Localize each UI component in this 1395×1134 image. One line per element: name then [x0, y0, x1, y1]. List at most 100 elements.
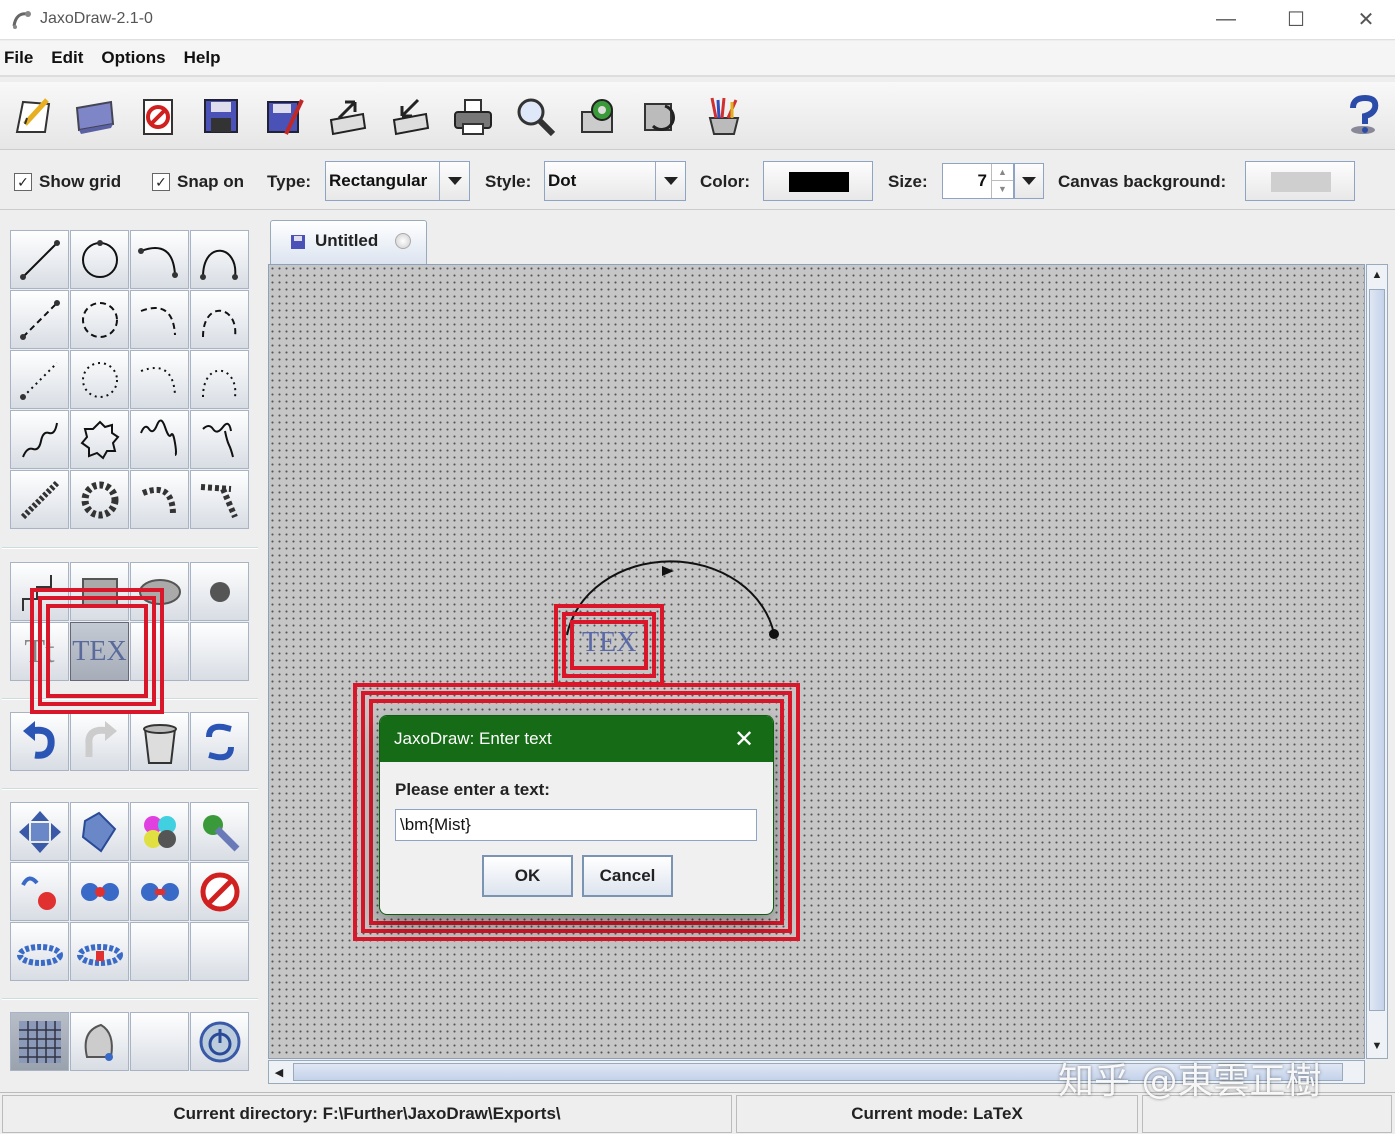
spinner-down-icon[interactable]: ▼ [991, 181, 1013, 198]
resize-tool[interactable] [70, 802, 129, 861]
quit-button[interactable] [190, 1012, 249, 1071]
empty-tool-slot [130, 622, 189, 681]
export-button[interactable] [322, 90, 372, 142]
menu-options[interactable]: Options [92, 48, 174, 68]
preferences-button[interactable] [573, 90, 623, 142]
ungroup-all-tool[interactable] [70, 922, 129, 981]
edit-tool[interactable] [190, 802, 249, 861]
refresh-canvas-button[interactable] [190, 712, 249, 771]
grid-toggle-button[interactable] [10, 1012, 69, 1071]
close-window-button[interactable]: ✕ [1331, 0, 1395, 38]
vertical-scroll-thumb[interactable] [1369, 289, 1385, 1011]
save-button[interactable] [196, 90, 246, 142]
scroll-up-icon[interactable]: ▲ [1367, 265, 1387, 285]
ghost-line-tool[interactable] [10, 350, 69, 409]
preview-button[interactable] [510, 90, 560, 142]
fermion-arc-tool[interactable] [130, 230, 189, 289]
gluon-line-tool[interactable] [10, 470, 69, 529]
photon-line-tool[interactable] [10, 410, 69, 469]
canvas-background-button[interactable] [1245, 161, 1355, 201]
box-icon [81, 577, 118, 606]
scalar-line-tool[interactable] [10, 290, 69, 349]
ghost-loop-tool[interactable] [70, 350, 129, 409]
latex-tools-button[interactable] [699, 90, 749, 142]
box-tool[interactable] [70, 562, 129, 621]
scalar-loop-tool[interactable] [70, 290, 129, 349]
scroll-down-icon[interactable]: ▼ [1367, 1036, 1387, 1056]
size-dropdown-button[interactable] [1014, 163, 1044, 199]
delete-all-button[interactable] [130, 712, 189, 771]
latex-text-object[interactable]: TEX [582, 627, 636, 659]
dialog-titlebar: JaxoDraw: Enter text ✕ [380, 716, 773, 762]
redo-icon [84, 720, 117, 757]
ghost-loop-icon [81, 361, 118, 398]
print-button[interactable] [448, 90, 498, 142]
fermion-loop-tool[interactable] [70, 230, 129, 289]
clear-button[interactable] [133, 90, 183, 142]
minimize-button[interactable]: — [1191, 0, 1261, 38]
menu-edit[interactable]: Edit [42, 48, 92, 68]
dialog-close-button[interactable]: ✕ [729, 724, 759, 754]
refresh-button[interactable] [636, 90, 686, 142]
menu-help[interactable]: Help [175, 48, 230, 68]
gluon-bezier-icon [200, 483, 238, 518]
spinner-up-icon[interactable]: ▲ [991, 164, 1013, 181]
show-grid-checkbox[interactable]: ✓ [14, 173, 32, 191]
zigzag-tool[interactable] [10, 562, 69, 621]
open-button[interactable] [70, 90, 120, 142]
photon-bezier-tool[interactable] [190, 410, 249, 469]
antialias-button[interactable] [70, 1012, 129, 1071]
scalar-arc-tool[interactable] [130, 290, 189, 349]
new-file-button[interactable] [8, 90, 58, 142]
color-button[interactable] [763, 161, 873, 201]
size-spinner[interactable]: 7 ▲ ▼ [942, 163, 1014, 199]
latex-text-tool[interactable]: TEX [70, 622, 129, 681]
ok-button[interactable]: OK [482, 855, 573, 897]
group-all-tool[interactable] [10, 922, 69, 981]
current-directory-status: Current directory: F:\Further\JaxoDraw\E… [2, 1095, 732, 1133]
save-as-button[interactable] [259, 90, 309, 142]
drawing-canvas[interactable]: TEX [268, 264, 1365, 1059]
latex-text-input[interactable] [395, 809, 757, 841]
photon-arc-tool[interactable] [130, 410, 189, 469]
vertex-tool[interactable] [190, 562, 249, 621]
empty-tool-slot [190, 622, 249, 681]
duplicate-tool[interactable] [10, 862, 69, 921]
color-tool[interactable] [130, 802, 189, 861]
group-tool[interactable] [70, 862, 129, 921]
color-palette-icon [143, 815, 176, 848]
bell-icon [84, 1023, 113, 1061]
text-tool[interactable]: Tt [10, 622, 69, 681]
vertical-scrollbar[interactable]: ▲ ▼ [1366, 264, 1388, 1059]
ungroup-tool[interactable] [130, 862, 189, 921]
snap-on-checkbox[interactable]: ✓ [152, 173, 170, 191]
undo-button[interactable] [10, 712, 69, 771]
ghost-arc-tool[interactable] [130, 350, 189, 409]
delete-tool[interactable] [190, 862, 249, 921]
ghost-bezier-tool[interactable] [190, 350, 249, 409]
photon-loop-tool[interactable] [70, 410, 129, 469]
help-button[interactable] [1338, 90, 1388, 142]
photon-bezier-icon [201, 422, 234, 457]
tab-untitled[interactable]: Untitled [270, 220, 427, 264]
fermion-bezier-tool[interactable] [190, 230, 249, 289]
tab-close-icon[interactable] [395, 233, 411, 249]
ellipse-tool[interactable] [130, 562, 189, 621]
import-button[interactable] [385, 90, 435, 142]
grid-style-select[interactable]: Dot [544, 161, 686, 201]
cancel-button[interactable]: Cancel [582, 855, 673, 897]
maximize-button[interactable]: ☐ [1261, 0, 1331, 38]
menu-file[interactable]: File [0, 48, 42, 68]
gluon-bezier-tool[interactable] [190, 470, 249, 529]
scalar-bezier-tool[interactable] [190, 290, 249, 349]
window-titlebar: JaxoDraw-2.1-0 — ☐ ✕ [0, 0, 1395, 40]
redo-button[interactable] [70, 712, 129, 771]
gluon-loop-tool[interactable] [70, 470, 129, 529]
vertex-dot[interactable] [769, 629, 779, 639]
fermion-line-tool[interactable] [10, 230, 69, 289]
grid-type-select[interactable]: Rectangular [325, 161, 470, 201]
gluon-arc-tool[interactable] [130, 470, 189, 529]
gluon-line-icon [20, 480, 59, 519]
move-tool[interactable] [10, 802, 69, 861]
scroll-left-icon[interactable]: ◀ [269, 1062, 289, 1082]
